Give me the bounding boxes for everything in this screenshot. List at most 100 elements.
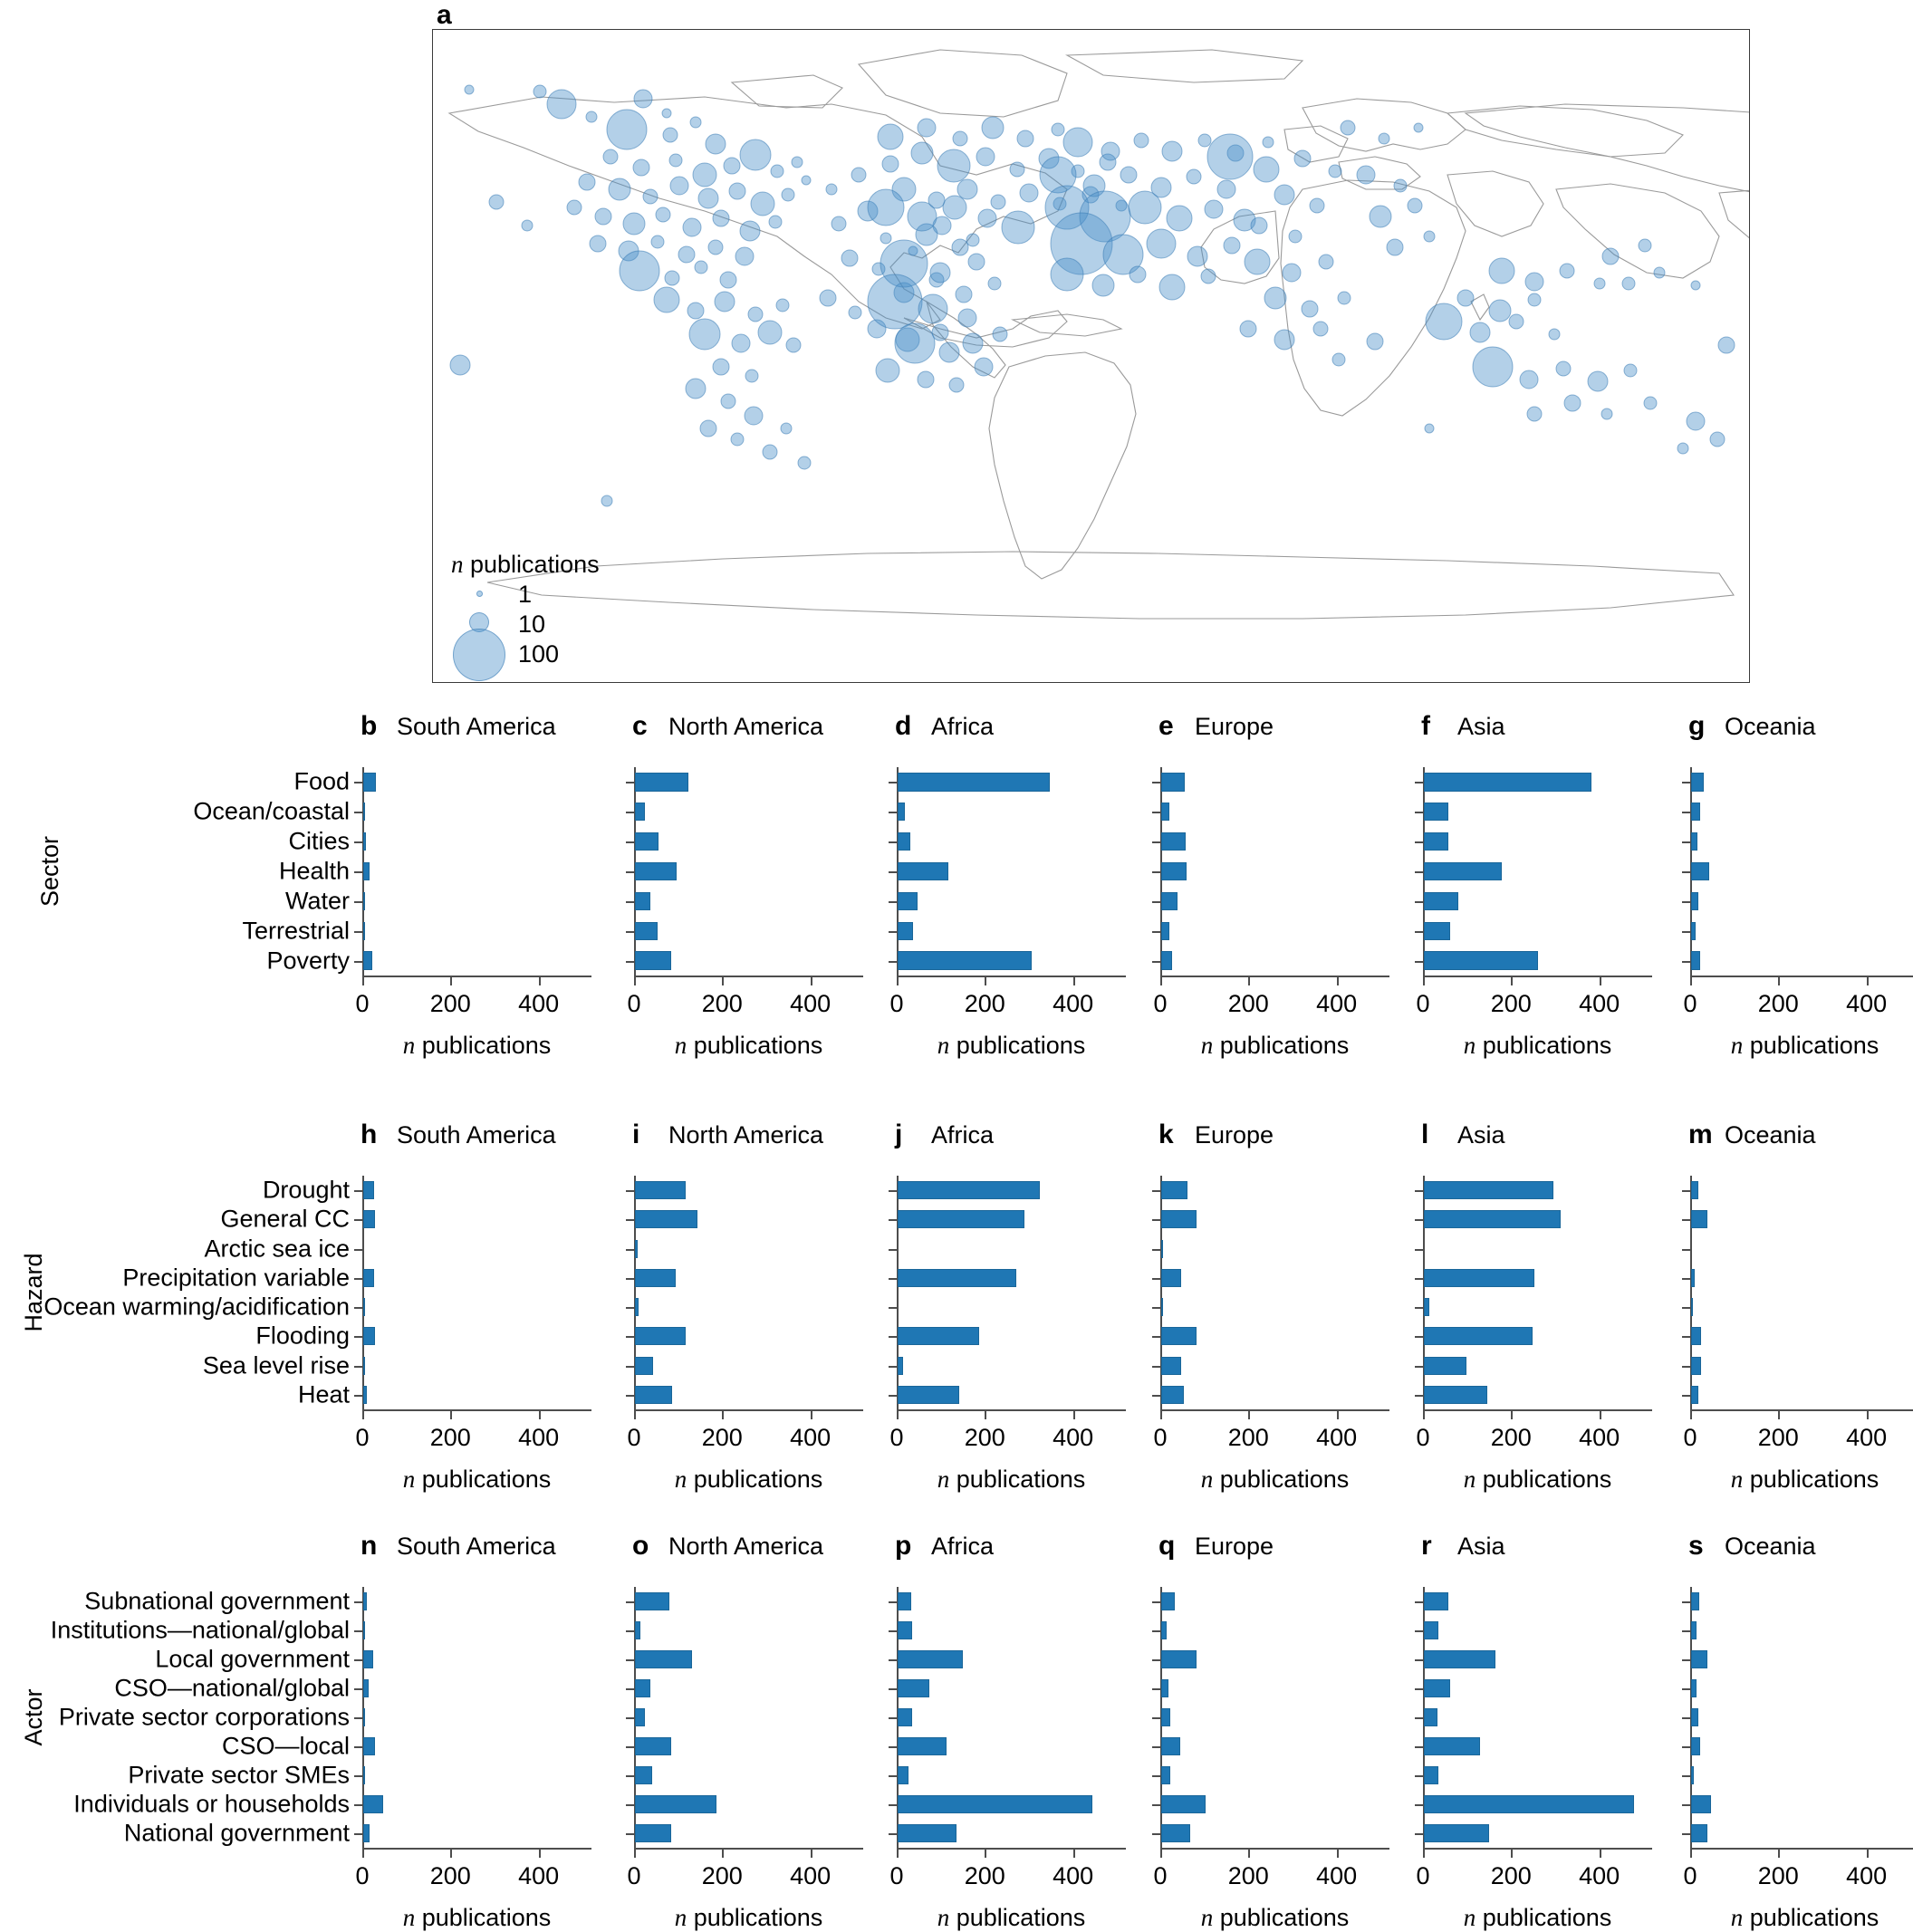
y-tick — [1415, 1804, 1423, 1806]
bar — [1691, 1795, 1711, 1813]
x-tick-label: 200 — [1227, 1424, 1269, 1451]
x-axis-label-m: n publications — [1730, 1466, 1879, 1493]
panel-letter-m: m — [1688, 1120, 1713, 1149]
x-tick-label: 200 — [429, 990, 471, 1017]
bar — [363, 773, 376, 792]
x-tick-label: 200 — [701, 1424, 743, 1451]
bar — [1424, 1766, 1438, 1784]
x-tick-label: 400 — [1316, 990, 1358, 1017]
x-tick-label: 400 — [790, 1862, 832, 1889]
category-label: Sea level rise — [202, 1351, 350, 1379]
y-tick — [1152, 812, 1160, 814]
plot-area-m: 0 200 400 — [1682, 1176, 1913, 1451]
y-tick — [889, 900, 897, 903]
x-axis-q — [1160, 1848, 1389, 1850]
category-label: CSO—national/global — [114, 1674, 350, 1702]
y-tick — [1415, 1248, 1423, 1251]
x-tick-label: 400 — [1316, 1862, 1358, 1889]
y-tick — [354, 1601, 362, 1603]
bar — [1691, 1181, 1698, 1200]
y-tick — [1682, 1630, 1690, 1632]
category-label: Individuals or households — [73, 1790, 350, 1818]
bar — [363, 1650, 373, 1668]
x-axis-s — [1690, 1848, 1913, 1850]
x-tick-label: 0 — [1683, 1424, 1697, 1451]
category-label: Water — [284, 887, 350, 915]
x-tick-label: 0 — [889, 990, 904, 1017]
x-tick-label: 400 — [518, 1862, 560, 1889]
bar — [1161, 1385, 1185, 1404]
y-tick — [1152, 1833, 1160, 1835]
bar — [363, 891, 366, 911]
y-tick — [889, 1717, 897, 1719]
y-tick — [1682, 1365, 1690, 1368]
x-tick-m-0 — [1690, 1411, 1692, 1419]
y-tick — [1415, 1688, 1423, 1690]
panel-title-e: Europe — [1195, 713, 1274, 740]
panel-title-h: South America — [397, 1121, 556, 1149]
bar — [1161, 861, 1187, 881]
y-tick — [1152, 871, 1160, 873]
y-tick — [1152, 1659, 1160, 1661]
bar — [1691, 1298, 1693, 1317]
bar — [1424, 1356, 1466, 1375]
x-tick-label: 0 — [355, 1862, 370, 1889]
x-axis-label-g: n publications — [1730, 1032, 1879, 1059]
bar — [1424, 1592, 1448, 1610]
x-tick-label: 400 — [1846, 1424, 1888, 1451]
y-tick — [1152, 1688, 1160, 1690]
panel-letter-j: j — [895, 1120, 903, 1149]
y-tick — [1682, 1688, 1690, 1690]
x-tick-label: 400 — [1579, 1424, 1620, 1451]
x-tick-label: 200 — [1490, 1862, 1532, 1889]
panel-letter-s: s — [1688, 1531, 1704, 1561]
y-tick — [889, 1746, 897, 1748]
y-tick — [889, 1394, 897, 1397]
y-tick — [1682, 900, 1690, 903]
bar — [1424, 1327, 1533, 1346]
bar — [1161, 1268, 1182, 1287]
panel-letter-b: b — [360, 711, 378, 741]
y-tick — [1152, 1717, 1160, 1719]
bar — [1424, 921, 1451, 940]
plot-area-n: 0 200 400 — [354, 1587, 591, 1889]
category-label: Health — [278, 857, 350, 885]
x-tick-label: 200 — [701, 990, 743, 1017]
y-tick — [354, 1219, 362, 1222]
bar — [363, 951, 372, 970]
bar — [898, 891, 918, 911]
y-tick — [1152, 1336, 1160, 1339]
bar — [635, 1708, 645, 1726]
x-tick-label: 0 — [1153, 990, 1168, 1017]
x-tick-n-200 — [450, 1850, 453, 1858]
bar — [635, 1356, 653, 1375]
y-tick — [626, 1688, 634, 1690]
category-label: Subnational government — [84, 1587, 350, 1615]
y-tick — [354, 782, 362, 784]
y-tick — [626, 1659, 634, 1661]
bar — [898, 921, 914, 940]
bar — [1691, 1327, 1701, 1346]
x-tick-label: 400 — [1846, 990, 1888, 1017]
x-tick-label: 0 — [355, 990, 370, 1017]
y-tick — [1682, 1307, 1690, 1310]
bar — [363, 1385, 368, 1404]
x-tick-p-0 — [897, 1850, 899, 1858]
bar — [363, 1795, 383, 1813]
panel-title-i: North America — [668, 1121, 824, 1149]
bar — [363, 1737, 375, 1755]
row-axis-label-sector: Sector — [36, 835, 63, 908]
bar — [1691, 951, 1701, 970]
y-tick — [354, 1717, 362, 1719]
bar — [1691, 1385, 1698, 1404]
x-tick-o-400 — [810, 1850, 812, 1858]
y-tick — [354, 841, 362, 844]
bar — [363, 1621, 365, 1639]
x-tick-g-0 — [1690, 977, 1692, 985]
x-axis-h — [362, 1409, 591, 1411]
bar — [898, 1708, 913, 1726]
y-tick — [1152, 1248, 1160, 1251]
x-axis-l — [1423, 1409, 1652, 1411]
panel-title-s: Oceania — [1725, 1533, 1816, 1560]
category-label: Private sector corporations — [58, 1703, 350, 1731]
